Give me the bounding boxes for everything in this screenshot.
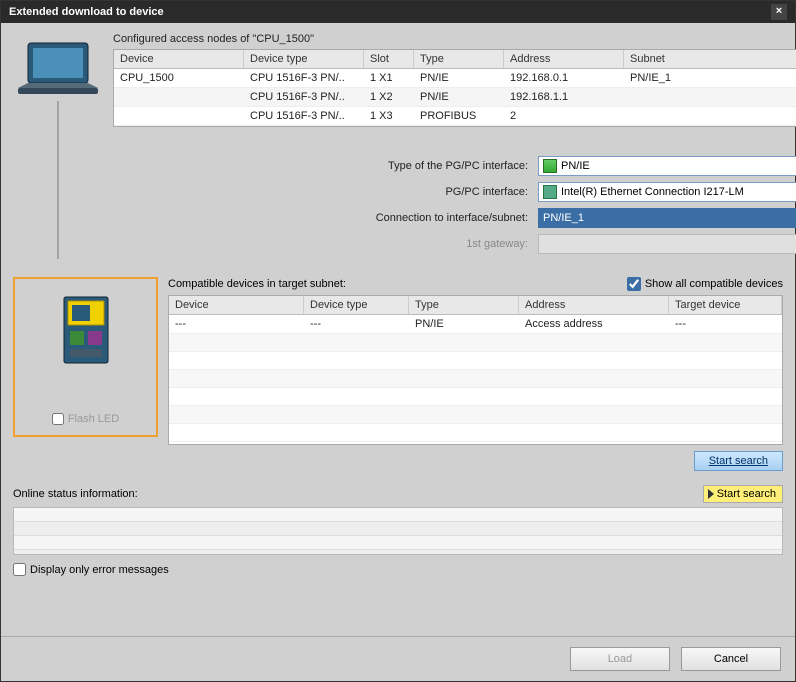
configured-nodes-grid: Device Device type Slot Type Address Sub…	[113, 49, 796, 127]
error-only-checkbox[interactable]: Display only error messages	[13, 563, 783, 576]
pgpc-type-label: Type of the PG/PC interface:	[113, 160, 538, 172]
status-label: Online status information:	[13, 488, 138, 500]
gateway-dropdown: ▾	[538, 234, 796, 254]
start-search-button[interactable]: Start search	[694, 451, 783, 471]
gateway-label: 1st gateway:	[113, 238, 538, 250]
table-row[interactable]: ------PN/IEAccess address---	[169, 315, 782, 334]
table-row[interactable]: CPU 1516F-3 PN/..1 X2PN/IE192.168.1.1	[114, 88, 796, 107]
play-icon	[708, 489, 714, 499]
connection-dropdown[interactable]: PN/IE_1 ▾	[538, 208, 796, 228]
dialog-footer: Load Cancel	[1, 636, 795, 681]
nic-icon	[543, 185, 557, 199]
pgpc-type-dropdown[interactable]: PN/IE ▾	[538, 156, 796, 176]
connection-label: Connection to interface/subnet:	[113, 212, 538, 224]
compatible-devices-grid[interactable]: Device Device type Type Address Target d…	[168, 295, 783, 445]
status-list	[13, 507, 783, 555]
connection-cable-icon	[57, 101, 59, 259]
grid-header: Device Device type Slot Type Address Sub…	[114, 50, 796, 69]
cancel-button[interactable]: Cancel	[681, 647, 781, 671]
pgpc-iface-label: PG/PC interface:	[113, 186, 538, 198]
target-device-panel: Flash LED	[13, 277, 158, 437]
plc-icon	[62, 295, 110, 365]
load-button[interactable]: Load	[570, 647, 670, 671]
show-all-checkbox[interactable]: Show all compatible devices	[627, 277, 783, 291]
configured-nodes-label: Configured access nodes of "CPU_1500"	[113, 33, 796, 45]
table-row[interactable]: CPU_1500CPU 1516F-3 PN/..1 X1PN/IE192.16…	[114, 69, 796, 88]
compatible-devices-label: Compatible devices in target subnet:	[168, 278, 346, 290]
laptop-icon	[13, 38, 103, 103]
pgpc-iface-dropdown[interactable]: Intel(R) Ethernet Connection I217-LM ▾	[538, 182, 796, 202]
grid-header: Device Device type Type Address Target d…	[169, 296, 782, 315]
table-row[interactable]: CPU 1516F-3 PN/..1 X3PROFIBUS2	[114, 107, 796, 126]
titlebar: Extended download to device ×	[1, 1, 795, 23]
status-start-search-badge[interactable]: Start search	[703, 485, 783, 503]
window-title: Extended download to device	[9, 6, 164, 18]
flash-led-checkbox[interactable]: Flash LED	[52, 413, 119, 425]
close-icon[interactable]: ×	[771, 4, 787, 20]
pnie-icon	[543, 159, 557, 173]
